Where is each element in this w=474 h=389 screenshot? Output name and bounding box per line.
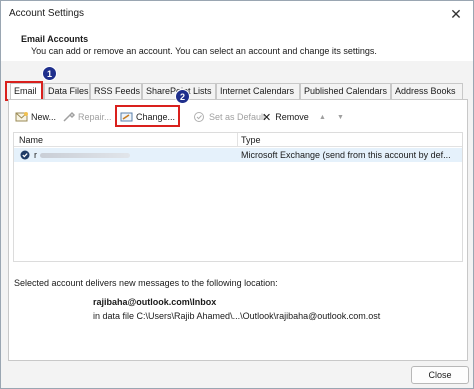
delivery-location-label: Selected account delivers new messages t… (14, 278, 278, 288)
new-button[interactable]: New... (15, 108, 56, 126)
account-toolbar: New... Repair... Change... Set as Defaul… (9, 108, 467, 126)
step-badge-1: 1 (42, 66, 57, 81)
redacted-email (40, 153, 130, 158)
set-as-default-button[interactable]: Set as Default (193, 108, 266, 126)
tab-data-files[interactable]: Data Files (44, 83, 90, 99)
accounts-list: Name Type r Microsoft Exchange (send fro… (13, 132, 463, 262)
move-down-button[interactable]: ▼ (337, 108, 344, 126)
header-title: Email Accounts (21, 34, 89, 44)
dialog-header: Email Accounts You can add or remove an … (1, 27, 473, 61)
account-type: Microsoft Exchange (send from this accou… (241, 150, 451, 160)
arrow-up-icon: ▲ (319, 113, 326, 121)
default-account-check-icon (20, 150, 30, 160)
header-subtitle: You can add or remove an account. You ca… (31, 46, 377, 56)
remove-button[interactable]: ✕ Remove (262, 108, 309, 126)
remove-x-icon: ✕ (262, 111, 272, 124)
tab-published-calendars[interactable]: Published Calendars (300, 83, 391, 99)
step-badge-2: 2 (175, 89, 190, 104)
email-tab-panel: New... Repair... Change... Set as Defaul… (8, 99, 468, 361)
close-button[interactable]: Close (411, 366, 469, 384)
repair-button[interactable]: Repair... (62, 108, 112, 126)
check-circle-icon (194, 112, 204, 122)
column-type-header[interactable]: Type (241, 135, 261, 145)
account-name: r (34, 150, 37, 160)
tab-bar: Email Data Files RSS Feeds SharePoint Li… (8, 83, 468, 100)
column-divider[interactable] (237, 133, 238, 147)
set-as-default-label: Set as Default (209, 112, 266, 122)
wrench-icon (63, 111, 76, 122)
window-close-icon[interactable]: ✕ (439, 1, 473, 27)
tab-address-books[interactable]: Address Books (391, 83, 463, 99)
new-button-label: New... (31, 112, 57, 122)
data-file-path: in data file C:\Users\Rajib Ahamed\...\O… (93, 311, 381, 321)
tab-rss-feeds[interactable]: RSS Feeds (90, 83, 142, 99)
list-header: Name Type (14, 133, 462, 147)
title-bar: Account Settings ✕ (1, 1, 473, 27)
inbox-path: rajibaha@outlook.com\Inbox (93, 297, 217, 307)
repair-button-label: Repair... (78, 112, 112, 122)
arrow-down-icon: ▼ (337, 113, 344, 121)
move-up-button[interactable]: ▲ (319, 108, 326, 126)
remove-button-label: Remove (275, 112, 309, 122)
new-mail-icon (15, 112, 28, 122)
highlight-change-button (115, 105, 180, 127)
window-title: Account Settings (9, 8, 85, 19)
column-name-header[interactable]: Name (19, 135, 43, 145)
account-settings-dialog: Account Settings ✕ Email Accounts You ca… (0, 0, 474, 389)
highlight-email-tab (5, 81, 43, 101)
tab-internet-calendars[interactable]: Internet Calendars (216, 83, 300, 99)
account-row[interactable]: r Microsoft Exchange (send from this acc… (14, 148, 462, 162)
